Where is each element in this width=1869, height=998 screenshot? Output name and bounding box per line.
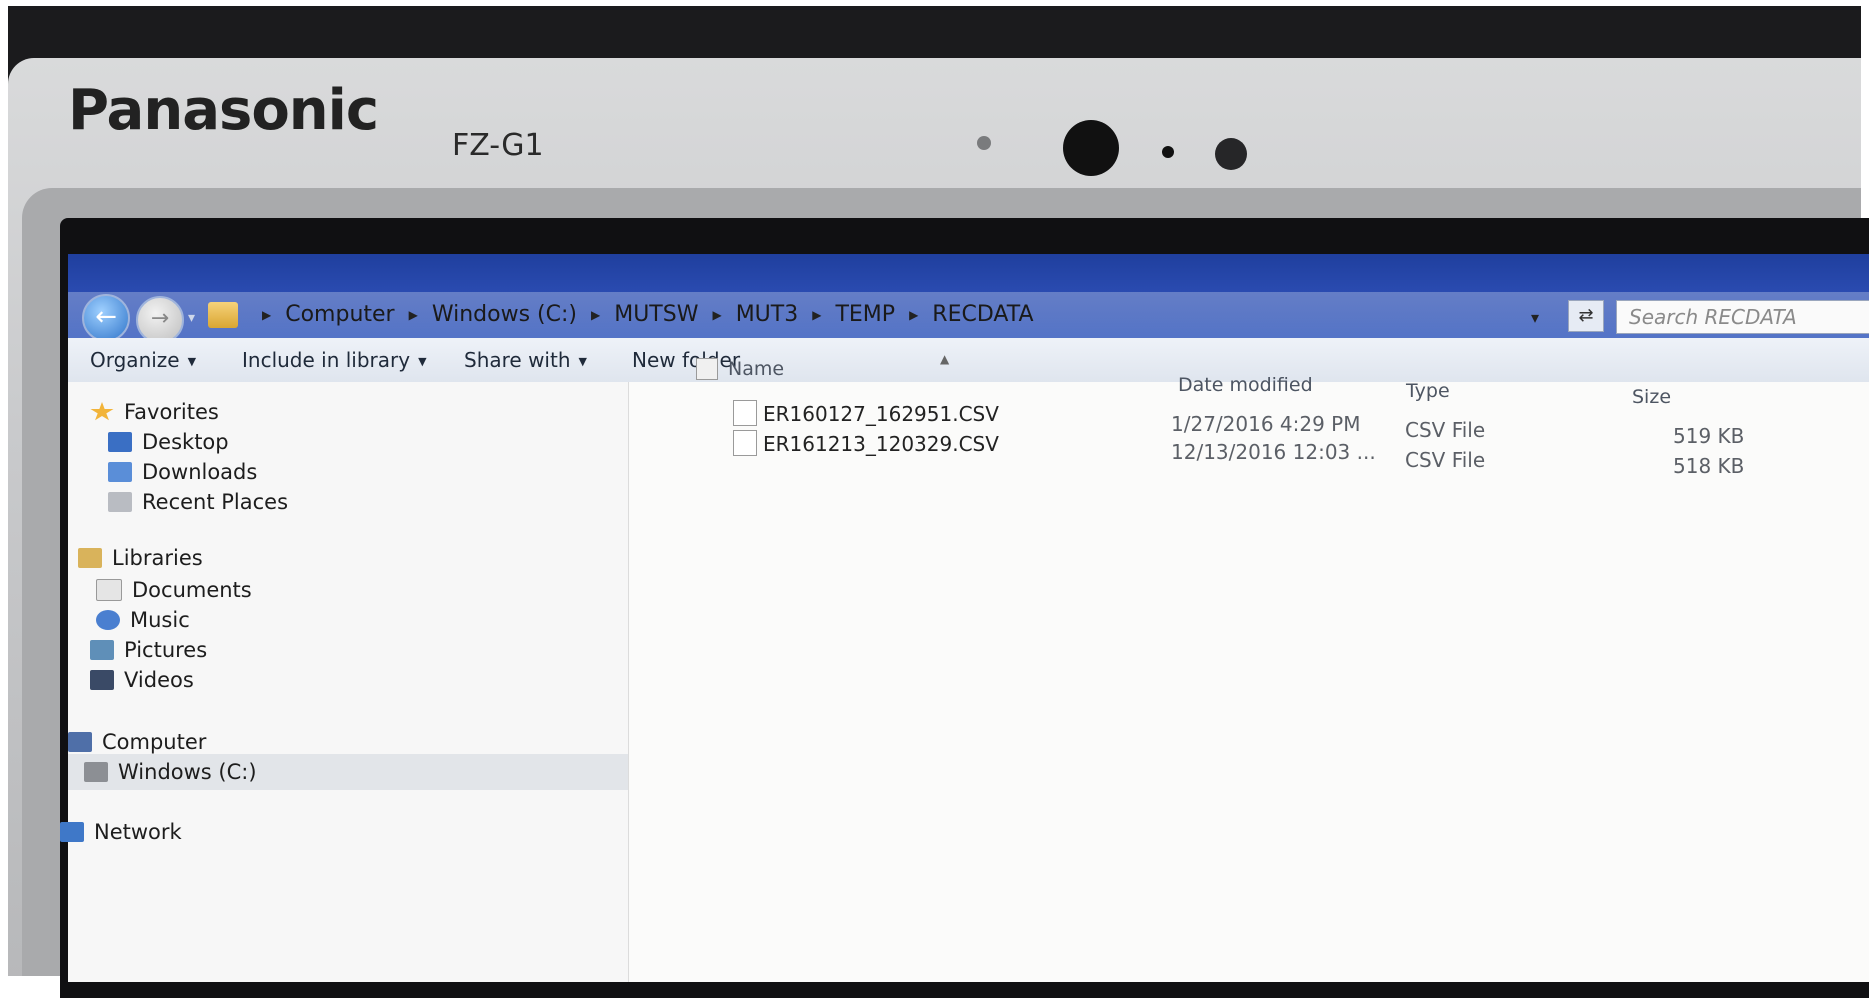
table-row[interactable]: ER160127_162951.CSV 1/27/2016 4:29 PM CS… xyxy=(629,400,1869,448)
nav-documents-label: Documents xyxy=(132,578,252,602)
column-header-name[interactable]: Name xyxy=(728,358,784,380)
chevron-down-icon: ▼ xyxy=(187,355,197,368)
nav-favorites[interactable]: Favorites xyxy=(90,400,219,424)
address-dropdown-icon[interactable]: ▾ xyxy=(1531,308,1539,327)
chevron-right-icon[interactable]: ▶ xyxy=(812,308,821,322)
explorer-window: ← → ▾ ▶ Computer ▶ Windows (C:) ▶ MUTSW … xyxy=(60,254,1869,982)
chevron-right-icon[interactable]: ▶ xyxy=(591,308,600,322)
breadcrumb: ▶ Computer ▶ Windows (C:) ▶ MUTSW ▶ MUT3… xyxy=(248,302,1034,327)
refresh-icon[interactable]: ⇄ xyxy=(1568,300,1604,332)
nav-pictures[interactable]: Pictures xyxy=(90,638,207,662)
folder-icon xyxy=(208,302,238,328)
nav-desktop-label: Desktop xyxy=(142,430,229,454)
sort-ascending-icon: ▲ xyxy=(940,352,950,366)
new-folder-label: New folder xyxy=(632,348,741,372)
nav-recent-places[interactable]: Recent Places xyxy=(108,490,288,514)
file-date: 12/13/2016 12:03 ... xyxy=(1171,440,1376,464)
include-in-library-button[interactable]: Include in library ▼ xyxy=(242,348,427,372)
brand-logo: Panasonic xyxy=(68,78,379,143)
nav-music[interactable]: Music xyxy=(96,608,190,632)
select-all-checkbox[interactable] xyxy=(696,358,718,380)
nav-windows-c[interactable]: Windows (C:) xyxy=(68,754,628,790)
recent-places-icon xyxy=(108,492,132,512)
nav-desktop[interactable]: Desktop xyxy=(108,430,229,454)
downloads-icon xyxy=(108,462,132,482)
organize-button[interactable]: Organize ▼ xyxy=(90,348,196,372)
file-name: ER160127_162951.CSV xyxy=(763,402,999,426)
table-row[interactable]: ER161213_120329.CSV 12/13/2016 12:03 ...… xyxy=(629,430,1869,478)
file-icon xyxy=(733,430,757,456)
nav-documents[interactable]: Documents xyxy=(96,578,252,602)
model-label: FZ-G1 xyxy=(452,128,544,163)
camera-lens-icon xyxy=(1063,120,1119,176)
nav-libraries[interactable]: Libraries xyxy=(78,546,203,570)
drive-icon xyxy=(84,762,108,782)
libraries-icon xyxy=(78,548,102,568)
nav-network-label: Network xyxy=(94,820,182,844)
nav-videos[interactable]: Videos xyxy=(90,668,194,692)
organize-label: Organize xyxy=(90,348,180,372)
star-icon xyxy=(90,402,114,421)
chevron-right-icon[interactable]: ▶ xyxy=(409,308,418,322)
pictures-icon xyxy=(90,640,114,660)
ambient-sensor-icon xyxy=(1215,138,1247,170)
file-size: 518 KB xyxy=(1673,454,1745,478)
camera-indicator-icon xyxy=(1162,146,1174,158)
nav-libraries-label: Libraries xyxy=(112,546,203,570)
search-input[interactable]: Search RECDATA xyxy=(1616,300,1869,334)
nav-videos-label: Videos xyxy=(124,668,194,692)
chevron-down-icon: ▼ xyxy=(418,355,427,368)
nav-downloads-label: Downloads xyxy=(142,460,258,484)
camera-led-icon xyxy=(977,136,991,150)
column-header-type[interactable]: Type xyxy=(1406,380,1450,402)
share-with-label: Share with xyxy=(464,348,571,372)
nav-computer[interactable]: Computer xyxy=(68,730,206,754)
file-icon xyxy=(733,400,757,426)
new-folder-button[interactable]: New folder xyxy=(632,348,740,372)
column-header-date-modified[interactable]: Date modified xyxy=(1178,374,1313,396)
chevron-right-icon[interactable]: ▶ xyxy=(262,308,271,322)
breadcrumb-mut3[interactable]: MUT3 xyxy=(736,302,799,327)
navigation-pane: Favorites Desktop Downloads Recent Place… xyxy=(60,382,628,982)
breadcrumb-windows-c[interactable]: Windows (C:) xyxy=(432,302,577,327)
nav-recent-places-label: Recent Places xyxy=(142,490,289,514)
file-type: CSV File xyxy=(1405,448,1486,472)
nav-downloads[interactable]: Downloads xyxy=(108,460,257,484)
nav-music-label: Music xyxy=(130,608,190,632)
command-bar: Organize ▼ Include in library ▼ Share with… xyxy=(68,338,1869,383)
nav-computer-label: Computer xyxy=(102,730,207,754)
breadcrumb-recdata[interactable]: RECDATA xyxy=(932,302,1033,327)
back-button[interactable]: ← xyxy=(82,294,130,342)
chevron-right-icon[interactable]: ▶ xyxy=(712,308,721,322)
computer-icon xyxy=(68,732,92,752)
chevron-down-icon: ▼ xyxy=(578,355,587,368)
share-with-button[interactable]: Share with ▼ xyxy=(464,348,587,372)
desktop-icon xyxy=(108,432,132,452)
include-in-library-label: Include in library xyxy=(242,348,411,372)
videos-icon xyxy=(90,670,114,690)
network-icon xyxy=(60,822,84,842)
forward-button[interactable]: → xyxy=(136,296,184,344)
nav-network[interactable]: Network xyxy=(60,820,182,844)
file-name: ER161213_120329.CSV xyxy=(763,432,999,456)
music-icon xyxy=(96,610,120,630)
chevron-right-icon[interactable]: ▶ xyxy=(909,308,918,322)
nav-pictures-label: Pictures xyxy=(124,638,208,662)
breadcrumb-temp[interactable]: TEMP xyxy=(835,302,895,327)
documents-icon xyxy=(96,579,122,601)
breadcrumb-computer[interactable]: Computer xyxy=(285,302,394,327)
recent-pages-dropdown-icon[interactable]: ▾ xyxy=(188,310,195,326)
nav-windows-c-label: Windows (C:) xyxy=(118,760,257,784)
nav-favorites-label: Favorites xyxy=(124,400,219,424)
breadcrumb-mutsw[interactable]: MUTSW xyxy=(614,302,698,327)
